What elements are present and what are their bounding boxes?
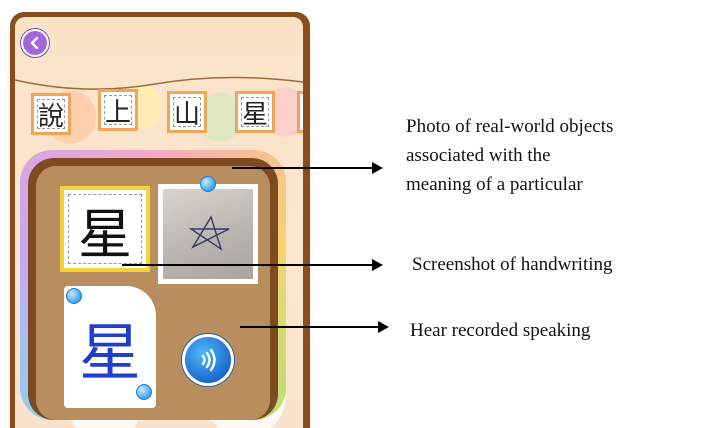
annotation-photo-line: associated with the xyxy=(406,145,551,166)
annotation-photo-line: Photo of real-world objects xyxy=(406,116,614,137)
annotation-speaking: Hear recorded speaking xyxy=(410,320,591,341)
annotation-photo-line: meaning of a particular xyxy=(406,174,583,195)
annotation-photo: Photo of real-world objects associated w… xyxy=(406,112,613,199)
annotation-handwriting: Screenshot of handwriting xyxy=(412,254,613,275)
annotation-arrows xyxy=(122,162,389,333)
